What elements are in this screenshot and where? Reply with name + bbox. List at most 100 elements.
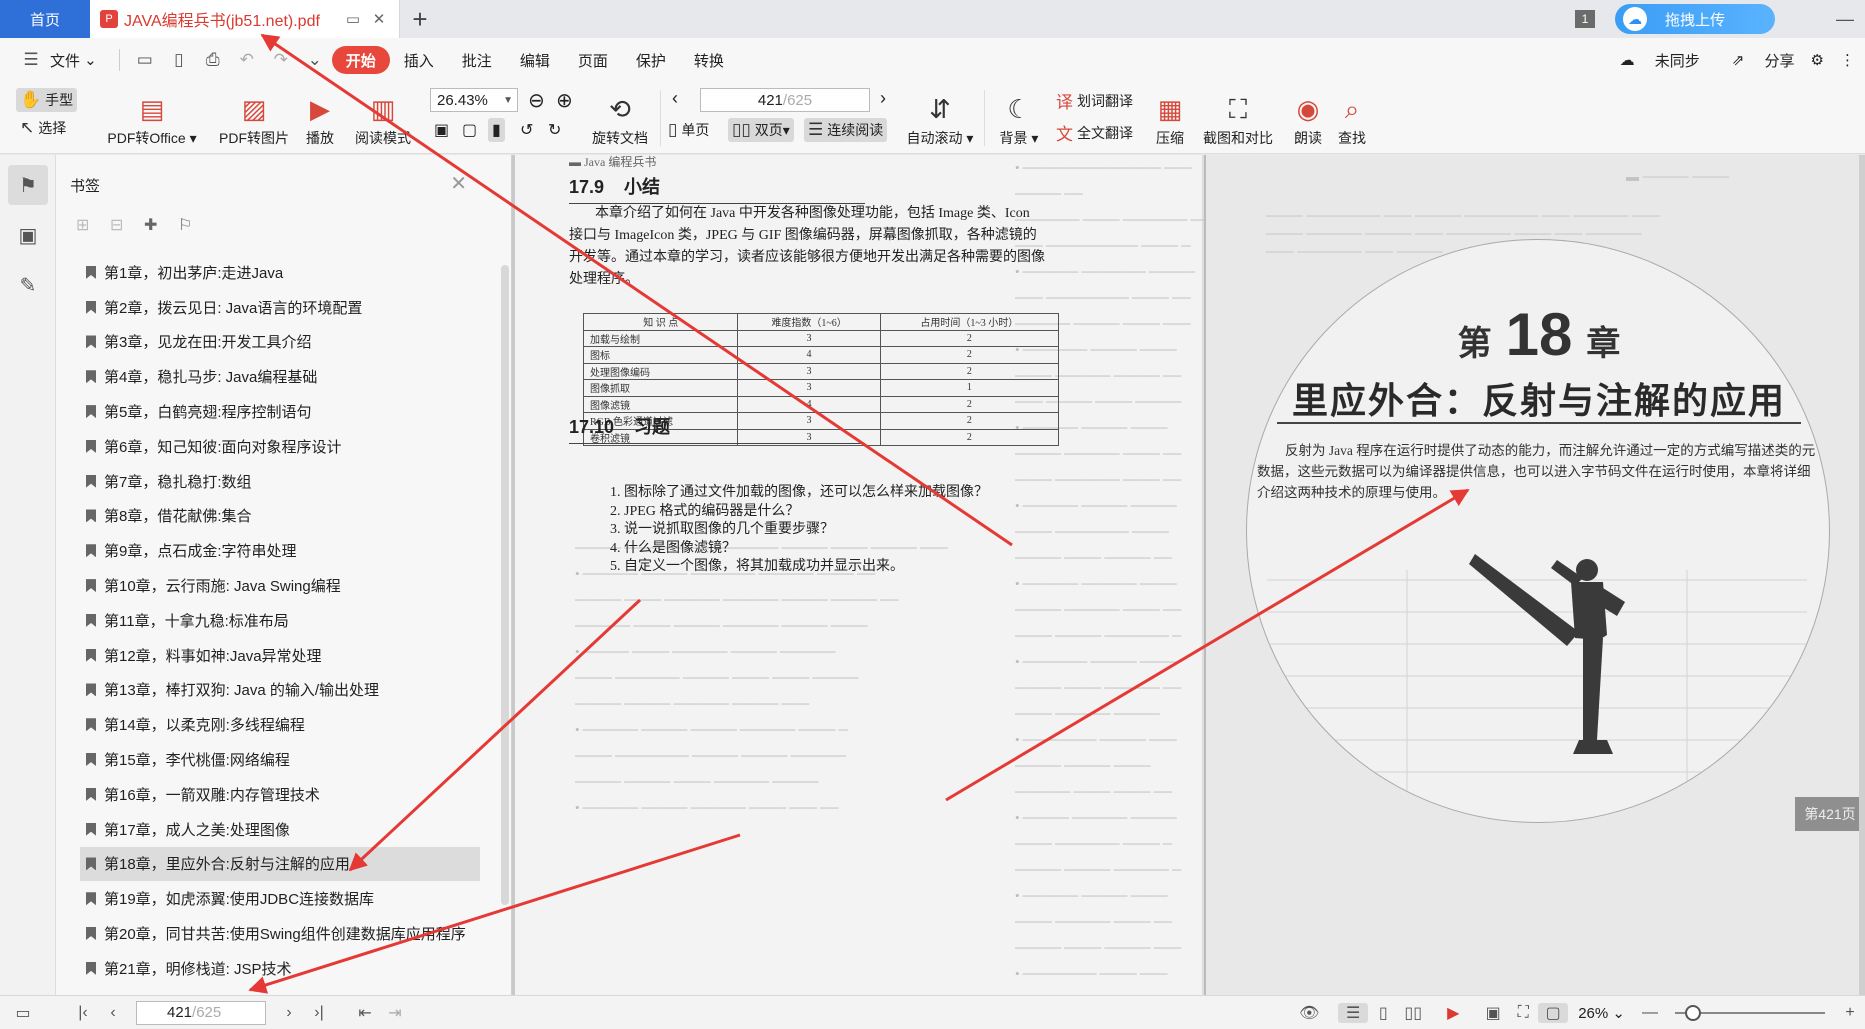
single-page-button[interactable]: ▯ 单页 [668, 120, 709, 140]
zoom-select[interactable]: 26.43% ▼ [430, 88, 518, 112]
fit-page-icon[interactable]: ▮ [488, 118, 505, 142]
annotation-panel-icon[interactable]: ✎ [8, 265, 48, 305]
bookmark-item[interactable]: 第19章，如虎添翼:使用JDBC连接数据库 [80, 881, 480, 916]
sidebar-toggle-icon[interactable]: ▭ [8, 1003, 38, 1023]
more-dropdown-icon[interactable]: ⌄ [304, 50, 326, 70]
screen-icon[interactable]: ▭ [343, 10, 363, 28]
back-icon[interactable]: ⇤ [350, 1003, 380, 1023]
hand-tool-button[interactable]: ✋ 手型 [16, 88, 78, 112]
thumbnail-panel-icon[interactable]: ▣ [8, 215, 48, 255]
page-number-input[interactable]: 421/625 [700, 88, 870, 112]
double-page-button[interactable]: ▯▯ 双页 ▾ [728, 118, 794, 142]
next-page-icon[interactable]: › [880, 88, 886, 109]
bookmark-item[interactable]: 第17章，成人之美:处理图像 [80, 812, 480, 847]
menu-annotate[interactable]: 批注 [448, 46, 506, 74]
status-page-input[interactable]: 421/625 [136, 1000, 266, 1025]
bookmark-item[interactable]: 第15章，李代桃僵:网络编程 [80, 742, 480, 777]
bookmark-item[interactable]: 第21章，明修栈道: JSP技术 [80, 951, 480, 986]
menu-protect[interactable]: 保护 [622, 46, 680, 74]
bookmark-item[interactable]: 第3章，见龙在田:开发工具介绍 [80, 325, 480, 360]
fit-page-icon[interactable]: ⛶ [1508, 1004, 1538, 1022]
bookmark-item[interactable]: 第18章，里应外合:反射与注解的应用 [80, 846, 480, 882]
prev-page-icon[interactable]: ‹ [672, 88, 678, 109]
continuous-view-icon[interactable]: ☰ [1338, 1003, 1369, 1023]
new-tab-button[interactable]: + [400, 0, 440, 38]
bookmark-item[interactable]: 第4章，稳扎马步: Java编程基础 [80, 359, 480, 394]
tab-home[interactable]: 首页 [0, 0, 90, 38]
drag-upload-button[interactable]: ☁ 拖拽上传 [1615, 4, 1775, 34]
bookmark-item[interactable]: 第6章，知己知彼:面向对象程序设计 [80, 429, 480, 464]
screenshot-compare-button[interactable]: ⛶ 截图和对比 [1196, 88, 1280, 148]
continuous-read-button[interactable]: ☰ 连续阅读 [804, 118, 888, 142]
double-view-icon[interactable]: ▯▯ [1398, 1003, 1428, 1023]
select-tool-button[interactable]: ↖ 选择 [20, 118, 66, 138]
bookmark-item[interactable]: 第8章，借花献佛:集合 [80, 499, 480, 534]
actual-size-icon[interactable]: ▣ [1478, 1003, 1508, 1023]
bookmark-item[interactable]: 第1章，初出茅庐:走进Java [80, 255, 480, 290]
print-icon[interactable]: ⎙ [202, 50, 224, 70]
save-icon[interactable]: ▯ [168, 50, 190, 70]
menu-convert[interactable]: 转换 [680, 46, 738, 74]
bookmark-item[interactable]: 第12章，料事如神:Java异常处理 [80, 638, 480, 673]
minimize-icon[interactable]: — [1825, 9, 1865, 30]
eye-care-icon[interactable]: 👁 [1294, 1003, 1324, 1023]
bookmark-item[interactable]: 第13章，棒打双狗: Java 的输入/输出处理 [80, 673, 480, 708]
background-button[interactable]: ☾ 背景 ▾ [996, 88, 1042, 148]
menu-page[interactable]: 页面 [564, 46, 622, 74]
bookmark-icon[interactable]: ⚐ [178, 215, 212, 235]
tab-document[interactable]: P JAVA编程兵书(jb51.net).pdf ▭ ✕ [90, 0, 400, 38]
zoom-in-icon[interactable]: + [1835, 1004, 1865, 1022]
find-button[interactable]: ⌕ 查找 [1334, 88, 1370, 148]
fit-width-icon[interactable]: ▢ [1538, 1003, 1569, 1023]
bookmark-scrollbar[interactable] [501, 265, 509, 905]
bookmark-item[interactable]: 第20章，同甘共苦:使用Swing组件创建数据库应用程序 [80, 916, 480, 951]
forward-icon[interactable]: ⇥ [380, 1003, 410, 1023]
rotate-left-icon[interactable]: ↺ [520, 120, 533, 140]
window-count-badge[interactable]: 1 [1575, 10, 1595, 28]
settings-icon[interactable]: ⚙ [1811, 51, 1824, 69]
close-icon[interactable]: ✕ [450, 171, 467, 196]
zoom-out-icon[interactable]: — [1635, 1004, 1665, 1022]
sync-button[interactable]: ☁ 未同步 [1604, 50, 1700, 71]
expand-all-icon[interactable]: ⊞ [76, 215, 110, 235]
bookmark-item[interactable]: 第14章，以柔克刚:多线程编程 [80, 707, 480, 742]
word-translate-button[interactable]: 译划词翻译 [1056, 88, 1133, 113]
read-mode-button[interactable]: ▥ 阅读模式 [350, 88, 416, 148]
zoom-in-icon[interactable]: ⊕ [556, 88, 573, 113]
undo-icon[interactable]: ↶ [236, 50, 258, 70]
redo-icon[interactable]: ↷ [270, 50, 292, 70]
pdf-to-image-button[interactable]: ▨ PDF转图片 [214, 88, 294, 148]
zoom-out-icon[interactable]: ⊖ [528, 88, 545, 113]
compress-button[interactable]: ▦ 压缩 [1150, 88, 1190, 148]
collapse-all-icon[interactable]: ⊟ [110, 215, 144, 235]
bookmark-item[interactable]: 第7章，稳扎稳打:数组 [80, 464, 480, 499]
more-icon[interactable]: ⋮ [1840, 51, 1855, 69]
bookmark-item[interactable]: 第5章，白鹤亮翅:程序控制语句 [80, 394, 480, 429]
menu-start[interactable]: 开始 [331, 46, 390, 74]
bookmark-panel-icon[interactable]: ⚑ [8, 165, 48, 205]
document-view[interactable]: ▬ Java 编程兵书 • ─────────────── ─── ───── … [512, 155, 1865, 995]
pdf-to-office-button[interactable]: ▤ PDF转Office ▾ [104, 88, 200, 148]
open-folder-icon[interactable]: ▭ [134, 50, 156, 70]
rotate-right-icon[interactable]: ↻ [548, 120, 561, 140]
bookmark-item[interactable]: 第10章，云行雨施: Java Swing编程 [80, 568, 480, 603]
auto-scroll-button[interactable]: ⇵ 自动滚动 ▾ [904, 88, 976, 148]
close-tab-icon[interactable]: ✕ [369, 10, 389, 28]
single-view-icon[interactable]: ▯ [1368, 1003, 1398, 1023]
bookmark-item[interactable]: 第11章，十拿九稳:标准布局 [80, 603, 480, 638]
first-page-icon[interactable]: |‹ [68, 1004, 98, 1022]
rotate-document-button[interactable]: ⟲ 旋转文档 [588, 88, 652, 148]
actual-size-icon[interactable]: ▣ [434, 120, 449, 140]
prev-page-icon[interactable]: ‹ [98, 1004, 128, 1022]
last-page-icon[interactable]: ›| [304, 1004, 334, 1022]
bookmark-item[interactable]: 第9章，点石成金:字符串处理 [80, 533, 480, 568]
zoom-slider[interactable] [1675, 1005, 1825, 1021]
hamburger-icon[interactable]: ☰ [20, 50, 42, 70]
read-aloud-button[interactable]: ◉ 朗读 [1290, 88, 1326, 148]
share-button[interactable]: ⇗ 分享 [1716, 50, 1795, 71]
file-menu[interactable]: 文件 ⌄ [48, 46, 111, 74]
next-page-icon[interactable]: › [274, 1004, 304, 1022]
full-translate-button[interactable]: 文全文翻译 [1056, 120, 1133, 145]
zoom-percent[interactable]: 26% ⌄ [1578, 1004, 1625, 1022]
bookmark-item[interactable]: 第2章，拨云见日: Java语言的环境配置 [80, 290, 480, 325]
